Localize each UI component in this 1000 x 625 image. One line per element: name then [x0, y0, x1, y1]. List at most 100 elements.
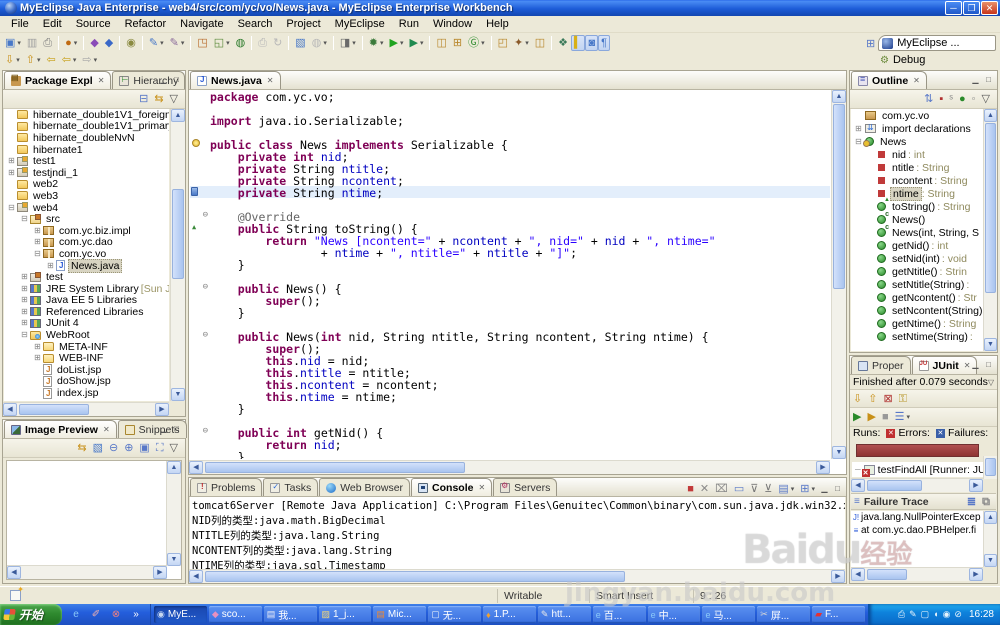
- dropdown-arrow-icon[interactable]: ▾: [37, 56, 41, 64]
- expander-icon[interactable]: ⊞: [6, 156, 17, 166]
- scroll-left-icon[interactable]: ◀: [3, 403, 17, 416]
- fast-view-icon[interactable]: [10, 585, 24, 601]
- link-with-editor-icon[interactable]: ⇆: [151, 91, 166, 107]
- tree-item-test1[interactable]: ⊞ test1: [4, 155, 169, 167]
- zoom-in-icon[interactable]: ⊕: [121, 440, 136, 456]
- outline-vscrollbar[interactable]: ▲ ▼: [983, 109, 997, 351]
- collapse-all-icon[interactable]: ⊟: [136, 91, 151, 107]
- open-task-icon[interactable]: ◫: [532, 35, 548, 51]
- editor-hscrollbar[interactable]: ◀ ▶: [189, 460, 830, 474]
- tree-item-doshow-jsp[interactable]: doShow.jsp: [4, 375, 169, 387]
- code-line[interactable]: private int nid;: [190, 150, 830, 164]
- tab-package-explorer[interactable]: Package Expl ✕: [4, 71, 112, 89]
- expander-icon[interactable]: ⊞: [853, 124, 864, 134]
- outline-item-tostring-[interactable]: toString() : String: [851, 197, 983, 213]
- scroll-down-icon[interactable]: ▼: [984, 338, 997, 351]
- taskbar-button-[interactable]: e 马...: [702, 606, 756, 623]
- internet-explorer-icon[interactable]: e: [68, 607, 84, 623]
- myeclipse-wizard-icon[interactable]: ● ▾: [62, 35, 80, 51]
- scroll-right-icon[interactable]: ▶: [831, 570, 845, 583]
- close-icon[interactable]: ✕: [478, 483, 485, 492]
- dropdown-arrow-icon[interactable]: ▾: [94, 56, 98, 64]
- close-window-button[interactable]: ✕: [981, 1, 998, 15]
- failure-trace-line[interactable]: ≡ at com.yc.dao.PBHelper.fi: [851, 524, 983, 537]
- expander-icon[interactable]: ⊞: [19, 295, 30, 305]
- outline-item-getntime-[interactable]: getNtime() : String: [851, 317, 983, 330]
- outline-item-news-[interactable]: News(): [851, 211, 983, 226]
- maximize-button[interactable]: □: [170, 423, 183, 435]
- rerun-failed-first-icon[interactable]: ▶: [864, 409, 878, 425]
- dropdown-arrow-icon[interactable]: ▾: [160, 39, 164, 47]
- menu-file[interactable]: File: [4, 17, 36, 31]
- scroll-left-icon[interactable]: ◀: [189, 570, 203, 583]
- run-server-icon[interactable]: ◉: [123, 35, 139, 51]
- scroll-up-icon[interactable]: ▲: [984, 109, 997, 122]
- messenger-blocked-icon[interactable]: ⊗: [108, 607, 124, 623]
- actual-size-icon[interactable]: ▣: [136, 440, 152, 456]
- refresh-disabled-icon[interactable]: ↻: [270, 35, 285, 51]
- display-selected-console-icon[interactable]: ▤ ▾: [775, 481, 797, 497]
- outline-item-news[interactable]: ⊟ News: [851, 135, 983, 148]
- tab-junit[interactable]: JUnit ✕: [911, 356, 978, 374]
- dropdown-arrow-icon[interactable]: ▾: [226, 39, 230, 47]
- scrollbar-thumb[interactable]: [19, 404, 89, 415]
- scrollbar-thumb[interactable]: [833, 104, 845, 289]
- code-line[interactable]: import java.io.Serializable;: [190, 114, 830, 128]
- scroll-right-icon[interactable]: ▶: [155, 403, 169, 416]
- scroll-down-icon[interactable]: ▼: [167, 553, 181, 566]
- expander-icon[interactable]: ⊞: [19, 284, 30, 294]
- title-bar[interactable]: MyEclipse Java Enterprise - web4/src/com…: [0, 0, 1000, 16]
- dropdown-arrow-icon[interactable]: ▾: [811, 485, 815, 493]
- terminate-icon[interactable]: ■: [684, 481, 697, 497]
- deploy-package-icon[interactable]: ◆: [87, 35, 101, 51]
- scroll-up-icon[interactable]: ▲: [832, 90, 846, 103]
- outline-item-com-yc-vo[interactable]: com.yc.vo: [851, 109, 983, 122]
- code-line[interactable]: this.ncontent = ncontent;: [190, 378, 830, 392]
- compare-result-icon[interactable]: ⧉: [979, 494, 993, 510]
- zoom-out-icon[interactable]: ⊖: [106, 440, 121, 456]
- console-output[interactable]: tomcat6Server [Remote Java Application] …: [190, 497, 845, 569]
- dropdown-arrow-icon[interactable]: ▾: [181, 39, 185, 47]
- outline-item-ncontent[interactable]: ncontent : String: [851, 174, 983, 187]
- expander-icon[interactable]: ⊟: [19, 214, 30, 224]
- stop-junit-icon[interactable]: ■: [879, 409, 892, 425]
- tab-tasks[interactable]: Tasks: [263, 478, 319, 496]
- taskbar-button-mic[interactable]: ▤ Mic...: [373, 606, 427, 623]
- view-menu-icon[interactable]: ▽: [979, 91, 993, 107]
- menu-edit[interactable]: Edit: [36, 17, 69, 31]
- open-console-icon[interactable]: ⊞ ▾: [797, 481, 818, 497]
- junit-tree-vscrollbar[interactable]: [983, 456, 997, 479]
- scrollbar-thumb[interactable]: [867, 480, 922, 491]
- next-annotation-icon[interactable]: ❖: [555, 35, 571, 51]
- show-image-icon[interactable]: ▧: [90, 440, 106, 456]
- code-line[interactable]: public class News implements Serializabl…: [190, 138, 830, 152]
- tree-item-com-yc-dao[interactable]: ⊞ com.yc.dao: [4, 236, 169, 248]
- failure-trace-list[interactable]: J! java.lang.NullPointerExcep ≡ at com.yc.d…: [851, 511, 983, 567]
- dropdown-arrow-icon[interactable]: ▾: [400, 39, 404, 47]
- scrollbar-thumb[interactable]: [205, 462, 465, 473]
- close-icon[interactable]: ✕: [103, 425, 110, 434]
- menu-window[interactable]: Window: [426, 17, 479, 31]
- scroll-down-icon[interactable]: ▼: [832, 446, 846, 459]
- scroll-down-icon[interactable]: ▼: [171, 388, 185, 401]
- tab-properties[interactable]: Proper: [851, 356, 911, 374]
- scroll-down-icon[interactable]: ▼: [984, 554, 997, 567]
- previous-failure-icon[interactable]: ⇧: [865, 391, 880, 407]
- pin-console-icon[interactable]: ⊻: [761, 481, 775, 497]
- outline-item-nid[interactable]: nid : int: [851, 148, 983, 161]
- failure-trace-hscrollbar[interactable]: ◀ ▶: [851, 567, 983, 581]
- code-line[interactable]: super();: [190, 294, 830, 308]
- close-icon[interactable]: ✕: [98, 76, 105, 85]
- remove-all-launches-icon[interactable]: ⌧: [712, 481, 731, 497]
- junit-test-row[interactable]: ─ testFindAll [Runner: JUni: [852, 462, 983, 477]
- menu-run[interactable]: Run: [392, 17, 426, 31]
- tree-item-webroot[interactable]: ⊟ WebRoot: [4, 329, 169, 341]
- minimize-button[interactable]: ▁: [969, 74, 982, 86]
- scrollbar-thumb[interactable]: [985, 123, 996, 293]
- view-menu-icon[interactable]: ▽: [167, 91, 181, 107]
- code-line[interactable]: private String ntitle;: [190, 162, 830, 176]
- code-line[interactable]: private String ncontent;: [190, 174, 830, 188]
- taskbar-button-1j[interactable]: ▨ 1_j...: [318, 606, 372, 623]
- maximize-button[interactable]: □: [982, 359, 995, 371]
- dropdown-arrow-icon[interactable]: ▾: [73, 56, 77, 64]
